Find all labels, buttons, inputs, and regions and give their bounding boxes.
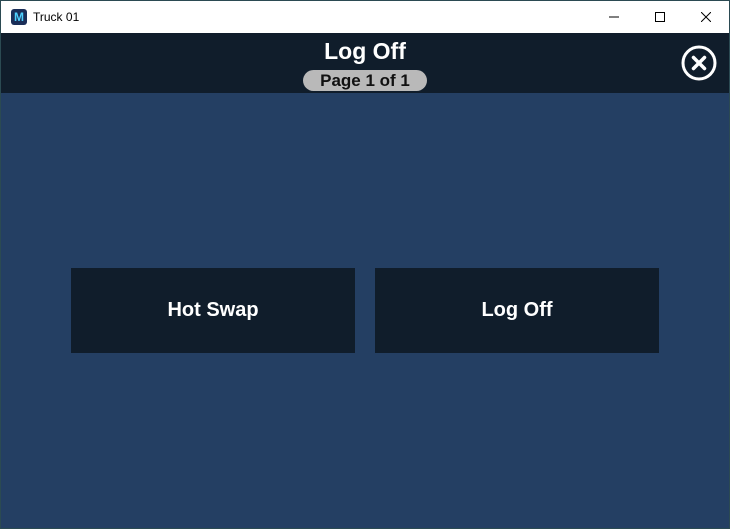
window-titlebar[interactable]: M Truck 01 — [1, 1, 729, 33]
close-icon — [701, 12, 711, 22]
minimize-button[interactable] — [591, 1, 637, 33]
close-page-button[interactable] — [681, 45, 717, 81]
maximize-icon — [655, 12, 665, 22]
maximize-button[interactable] — [637, 1, 683, 33]
page-indicator-badge: Page 1 of 1 — [303, 70, 427, 91]
hot-swap-button[interactable]: Hot Swap — [71, 268, 355, 353]
window-controls — [591, 1, 729, 33]
app-window: M Truck 01 Log Off Page 1 of 1 Hot Swap … — [0, 0, 730, 529]
window-title: Truck 01 — [33, 10, 80, 24]
window-close-button[interactable] — [683, 1, 729, 33]
page-title: Log Off — [324, 38, 406, 64]
hot-swap-label: Hot Swap — [167, 299, 259, 321]
page-header: Log Off Page 1 of 1 — [1, 33, 729, 93]
minimize-icon — [609, 16, 619, 18]
app-icon-letter: M — [14, 10, 24, 24]
app-icon: M — [11, 9, 27, 25]
circle-x-icon — [681, 45, 717, 81]
log-off-button[interactable]: Log Off — [375, 268, 659, 353]
log-off-label: Log Off — [481, 299, 553, 321]
